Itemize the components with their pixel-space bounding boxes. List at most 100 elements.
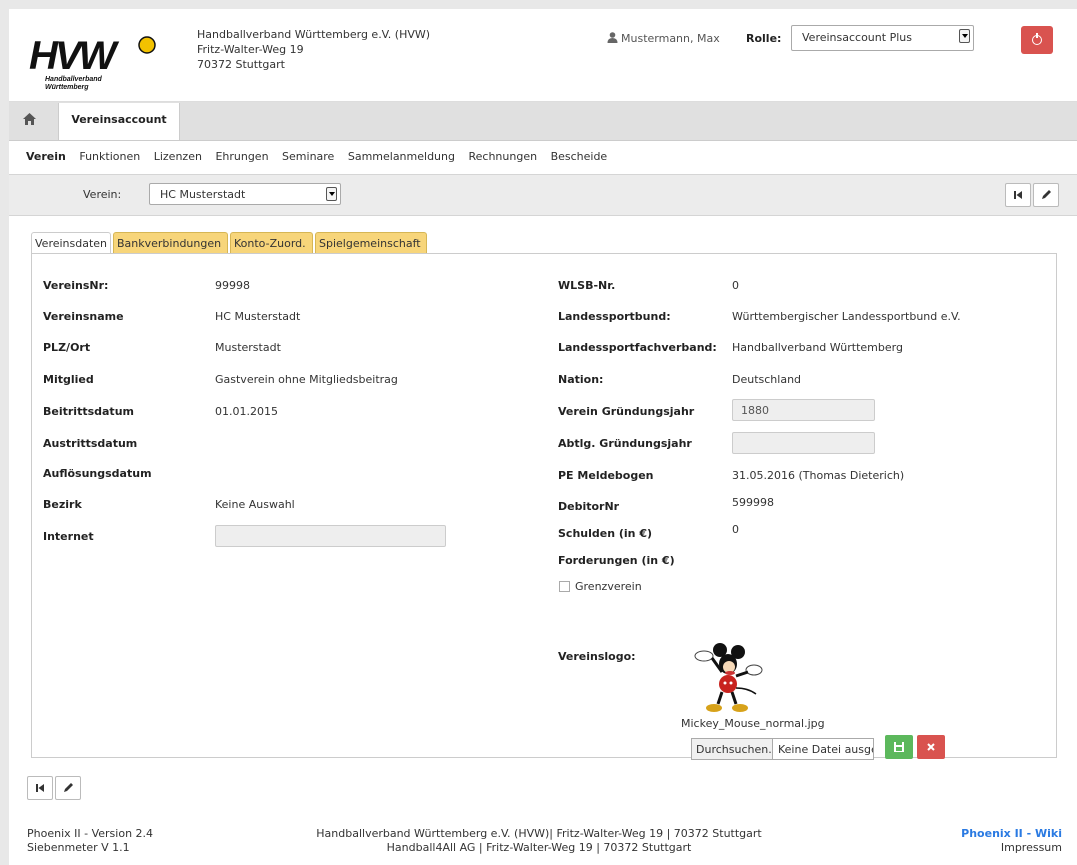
verein-label: Verein:	[83, 188, 122, 201]
rolle-label: Rolle:	[746, 32, 782, 45]
tab-spielgemeinschaft[interactable]: Spielgemeinschaft	[315, 232, 427, 254]
footer-line-2: Handball4All AG | Fritz-Walter-Weg 19 | …	[386, 841, 692, 854]
nation-label: Nation:	[558, 373, 604, 386]
rolle-value: Vereinsaccount Plus	[802, 31, 912, 44]
nation-value: Deutschland	[732, 373, 802, 386]
version-text: Phoenix II - Version 2.4	[27, 827, 154, 840]
beitrittsdatum-value: 01.01.2015	[215, 405, 278, 418]
power-icon	[1032, 33, 1042, 45]
vereinslogo-label: Vereinslogo:	[558, 650, 636, 663]
menu-item-sammelanmeldung[interactable]: Sammelanmeldung	[348, 150, 455, 163]
vereinslogo-image	[694, 643, 763, 712]
mitglied-label: Mitglied	[43, 373, 94, 386]
menu-item-bescheide[interactable]: Bescheide	[551, 150, 608, 163]
footer-line-1: Handballverband Württemberg e.V. (HVW)| …	[316, 827, 762, 840]
verein-select[interactable]: HC Musterstadt	[149, 183, 341, 205]
org-address: Handballverband Württemberg e.V. (HVW) F…	[197, 27, 430, 72]
user-info: Mustermann, Max	[607, 32, 720, 45]
grenzverein-checkbox[interactable]	[559, 581, 570, 592]
pe-meldebogen-label: PE Meldebogen	[558, 469, 654, 482]
wlsb-value: 0	[732, 279, 739, 292]
menu-item-rechnungen[interactable]: Rechnungen	[468, 150, 537, 163]
vereinsdaten-panel: VereinsNr: 99998 Vereinsname HC Musterst…	[31, 253, 1057, 760]
footer-address: Handballverband Württemberg e.V. (HVW)| …	[269, 827, 809, 855]
home-icon[interactable]	[23, 113, 36, 125]
org-street: Fritz-Walter-Weg 19	[197, 43, 304, 56]
edit-button-bottom[interactable]	[55, 776, 81, 800]
plz-ort-label: PLZ/Ort	[43, 341, 91, 354]
grenzverein-label: Grenzverein	[575, 580, 642, 593]
debitornr-value: 599998	[732, 496, 774, 509]
landessportfachverband-label: Landessportfachverband:	[558, 341, 717, 354]
bezirk-label: Bezirk	[43, 498, 82, 511]
skip-back-icon	[1014, 191, 1022, 199]
menu-item-seminare[interactable]: Seminare	[282, 150, 334, 163]
tab-vereinsaccount[interactable]: Vereinsaccount	[58, 103, 180, 140]
sub-menu: Verein Funktionen Lizenzen Ehrungen Semi…	[26, 150, 617, 163]
logo-filename: Mickey_Mouse_normal.jpg	[681, 717, 825, 730]
pencil-icon	[64, 783, 73, 792]
save-icon	[894, 742, 904, 752]
rolle-select[interactable]: Vereinsaccount Plus	[791, 25, 974, 51]
debitornr-label: DebitorNr	[558, 500, 620, 513]
schulden-value: 0	[732, 523, 739, 536]
close-icon	[927, 743, 935, 751]
plz-ort-value: Musterstadt	[215, 341, 281, 354]
mitglied-value: Gastverein ohne Mitgliedsbeitrag	[215, 373, 398, 386]
wiki-link[interactable]: Phoenix II - Wiki	[961, 827, 1062, 841]
footer-version: Phoenix II - Version 2.4 Siebenmeter V 1…	[27, 827, 153, 855]
user-icon	[607, 32, 618, 43]
aufloesungsdatum-label: Auflösungsdatum	[43, 467, 152, 480]
svg-text:Württemberg: Württemberg	[45, 84, 89, 91]
schulden-label: Schulden (in €)	[558, 527, 653, 540]
user-name: Mustermann, Max	[621, 32, 720, 45]
verein-selector-bar: Verein: HC Musterstadt	[9, 174, 1077, 216]
delete-logo-button[interactable]	[917, 735, 945, 759]
verein-gruendungsjahr-label: Verein Gründungsjahr	[558, 405, 695, 418]
save-logo-button[interactable]	[885, 735, 913, 759]
beitrittsdatum-label: Beitrittsdatum	[43, 405, 134, 418]
vereinsnr-value: 99998	[215, 279, 250, 292]
abtlg-gruendungsjahr-label: Abtlg. Gründungsjahr	[558, 437, 692, 450]
menu-item-verein[interactable]: Verein	[26, 150, 66, 163]
internet-field[interactable]	[215, 525, 446, 547]
tab-vereinsdaten[interactable]: Vereinsdaten	[31, 232, 111, 254]
edit-button[interactable]	[1033, 183, 1059, 207]
impressum-link[interactable]: Impressum	[961, 841, 1062, 855]
wlsb-label: WLSB-Nr.	[558, 279, 616, 292]
bezirk-value: Keine Auswahl	[215, 498, 295, 511]
tab-konto-zuord[interactable]: Konto-Zuord.	[230, 232, 313, 254]
landessportbund-value: Württembergischer Landessportbund e.V.	[732, 310, 961, 323]
siebenmeter-text: Siebenmeter V 1.1	[27, 841, 130, 854]
svg-text:Handballverband: Handballverband	[45, 76, 103, 83]
forderungen-label: Forderungen (in €)	[558, 554, 675, 567]
menu-item-ehrungen[interactable]: Ehrungen	[215, 150, 268, 163]
file-name-display: Keine Datei ausgewählt.	[773, 738, 874, 760]
vereinsnr-label: VereinsNr:	[43, 279, 109, 292]
menu-item-funktionen[interactable]: Funktionen	[79, 150, 140, 163]
svg-text:HVW: HVW	[29, 34, 120, 78]
internet-label: Internet	[43, 530, 94, 543]
landessportbund-label: Landessportbund:	[558, 310, 671, 323]
first-record-button[interactable]	[1005, 183, 1031, 207]
hvw-logo: HVW Handballverband Württemberg	[29, 34, 156, 91]
chevron-down-icon	[959, 29, 970, 43]
logout-button[interactable]	[1021, 26, 1053, 54]
landessportfachverband-value: Handballverband Württemberg	[732, 341, 903, 354]
abtlg-gruendungsjahr-field[interactable]	[732, 432, 875, 454]
vereinsname-label: Vereinsname	[43, 310, 124, 323]
verein-gruendungsjahr-field[interactable]: 1880	[732, 399, 875, 421]
header: HVW Handballverband Württemberg Handball…	[9, 9, 1077, 102]
vereinsname-value: HC Musterstadt	[215, 310, 301, 323]
browse-button[interactable]: Durchsuchen...	[691, 738, 779, 760]
first-record-button-bottom[interactable]	[27, 776, 53, 800]
menu-item-lizenzen[interactable]: Lizenzen	[154, 150, 202, 163]
pencil-icon	[1042, 190, 1051, 199]
chevron-down-icon	[326, 187, 337, 201]
pe-meldebogen-value: 31.05.2016 (Thomas Dieterich)	[732, 469, 905, 482]
tab-bankverbindungen[interactable]: Bankverbindungen	[113, 232, 228, 254]
app-frame: HVW Handballverband Württemberg Handball…	[9, 9, 1077, 865]
footer-links: Phoenix II - Wiki Impressum	[961, 827, 1062, 855]
main-tab-bar: Vereinsaccount	[9, 102, 1077, 141]
verein-select-value: HC Musterstadt	[160, 188, 246, 201]
